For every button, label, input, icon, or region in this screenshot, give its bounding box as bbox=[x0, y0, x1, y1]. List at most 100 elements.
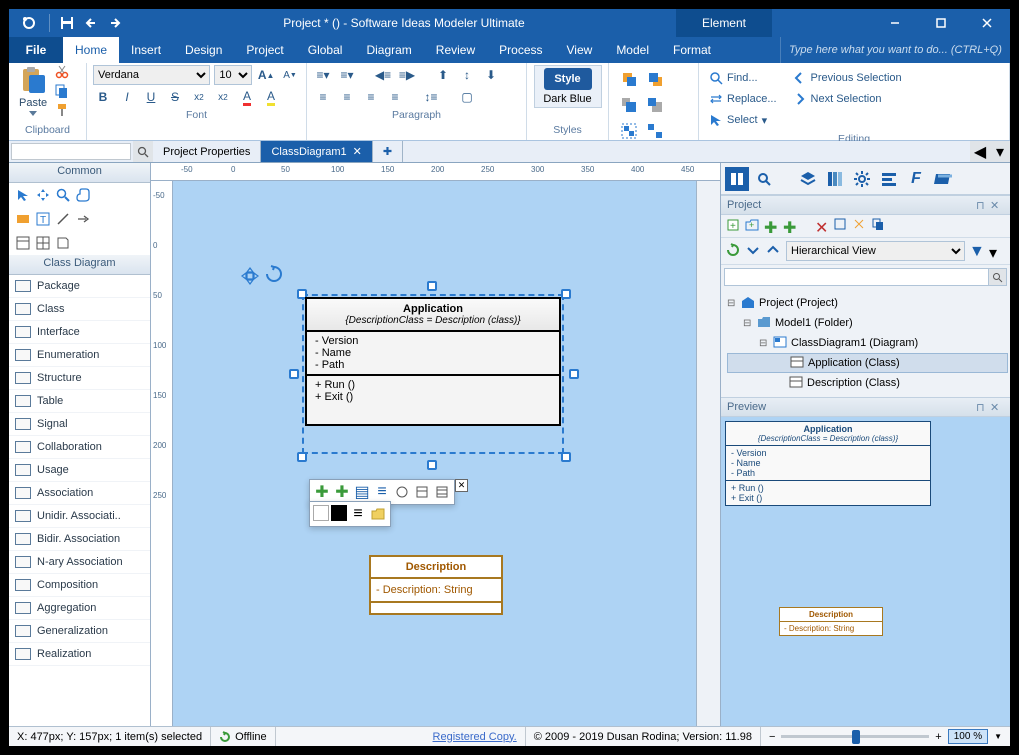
rect-tool-icon[interactable] bbox=[14, 210, 32, 228]
zoom-out-icon[interactable]: − bbox=[769, 731, 775, 743]
paste-button[interactable]: Paste bbox=[15, 65, 51, 118]
pane-close-icon[interactable]: ✕ bbox=[990, 199, 1004, 212]
preview-pin-icon[interactable]: ⊓ bbox=[976, 401, 990, 414]
project-search-input[interactable] bbox=[724, 268, 989, 286]
preview-canvas[interactable]: Application{DescriptionClass = Descripti… bbox=[721, 417, 1010, 726]
subscript-icon[interactable]: x2 bbox=[189, 87, 209, 107]
maximize-icon[interactable] bbox=[918, 9, 964, 37]
resize-handle-sw[interactable] bbox=[297, 452, 307, 462]
line-spacing-icon[interactable]: ↕≡ bbox=[421, 87, 441, 107]
toolbox-item[interactable]: Interface bbox=[9, 321, 150, 344]
resize-handle-se[interactable] bbox=[561, 452, 571, 462]
delete-icon[interactable]: ✕ bbox=[815, 218, 831, 234]
properties-view-icon[interactable] bbox=[725, 167, 749, 191]
ungroup-icon[interactable] bbox=[645, 121, 665, 141]
menu-format[interactable]: Format bbox=[661, 37, 723, 63]
menu-view[interactable]: View bbox=[555, 37, 605, 63]
diagram-canvas[interactable]: Application {DescriptionClass = Descript… bbox=[173, 181, 696, 726]
pointer-tool-icon[interactable] bbox=[14, 186, 32, 204]
bullets-icon[interactable]: ≡▾ bbox=[313, 65, 333, 85]
resize-handle-e[interactable] bbox=[569, 369, 579, 379]
toolbox-item[interactable]: Bidir. Association bbox=[9, 528, 150, 551]
send-back-icon[interactable] bbox=[645, 95, 665, 115]
decrease-font-icon[interactable]: A▼ bbox=[280, 65, 300, 85]
toolbox-item[interactable]: Realization bbox=[9, 643, 150, 666]
tree-class-application[interactable]: Application (Class) bbox=[727, 353, 1008, 373]
toolbox-item[interactable]: Enumeration bbox=[9, 344, 150, 367]
move-tool-icon[interactable] bbox=[34, 186, 52, 204]
toolbox-item[interactable]: N-ary Association bbox=[9, 551, 150, 574]
add-field-icon[interactable]: ▤ bbox=[353, 483, 371, 501]
zoom-in-icon[interactable]: + bbox=[935, 731, 941, 743]
numbering-icon[interactable]: ≡▾ bbox=[337, 65, 357, 85]
borders-icon[interactable]: ▢ bbox=[457, 87, 477, 107]
folder-icon[interactable] bbox=[369, 505, 387, 523]
format-painter-icon[interactable] bbox=[55, 103, 71, 119]
send-backward-icon[interactable] bbox=[645, 69, 665, 89]
group-icon[interactable] bbox=[619, 121, 639, 141]
align-justify-icon[interactable]: ≡ bbox=[385, 87, 405, 107]
toolbox-item[interactable]: Table bbox=[9, 390, 150, 413]
search-icon[interactable] bbox=[133, 141, 153, 162]
move-handle-icon[interactable] bbox=[241, 267, 259, 285]
menu-global[interactable]: Global bbox=[296, 37, 355, 63]
filter-icon[interactable]: ▼ bbox=[969, 243, 985, 259]
edit-icon[interactable] bbox=[834, 218, 850, 234]
more-icon[interactable]: ▾ bbox=[989, 243, 1005, 259]
zoom-tool-icon[interactable] bbox=[54, 186, 72, 204]
align-right-icon[interactable]: ≡ bbox=[361, 87, 381, 107]
valign-mid-icon[interactable]: ↕ bbox=[457, 65, 477, 85]
text-tool-icon[interactable]: T bbox=[34, 210, 52, 228]
bring-forward-icon[interactable] bbox=[619, 69, 639, 89]
registered-link[interactable]: Registered Copy. bbox=[433, 731, 517, 743]
preview-close-icon[interactable]: ✕ bbox=[990, 401, 1004, 414]
uml-class-application[interactable]: Application {DescriptionClass = Descript… bbox=[305, 297, 561, 426]
underline-icon[interactable]: U bbox=[141, 87, 161, 107]
superscript-icon[interactable]: x2 bbox=[213, 87, 233, 107]
add-attr-green-icon[interactable]: ✚ bbox=[313, 483, 331, 501]
menu-design[interactable]: Design bbox=[173, 37, 234, 63]
font-size-select[interactable]: 10 bbox=[214, 65, 252, 85]
toolbox-search[interactable] bbox=[11, 143, 131, 160]
menu-insert[interactable]: Insert bbox=[119, 37, 173, 63]
tree-folder[interactable]: ⊟Model1 (Folder) bbox=[727, 313, 1008, 333]
toolbox-item[interactable]: Aggregation bbox=[9, 597, 150, 620]
show-all-icon[interactable] bbox=[393, 483, 411, 501]
new-diagram-icon[interactable]: ✚ bbox=[764, 218, 780, 234]
font-panel-icon[interactable]: F bbox=[904, 167, 928, 191]
tab-close-icon[interactable]: ✕ bbox=[353, 145, 362, 158]
redo-icon[interactable] bbox=[104, 12, 126, 34]
increase-font-icon[interactable]: A▲ bbox=[256, 65, 276, 85]
prev-selection-button[interactable]: Previous Selection bbox=[793, 69, 902, 87]
replace-button[interactable]: Replace... bbox=[709, 90, 777, 108]
toolbox-item[interactable]: Class bbox=[9, 298, 150, 321]
project-search-go-icon[interactable] bbox=[989, 268, 1007, 286]
resize-handle-s[interactable] bbox=[427, 460, 437, 470]
fill-white-icon[interactable] bbox=[313, 505, 329, 521]
resize-handle-w[interactable] bbox=[289, 369, 299, 379]
undo-icon[interactable] bbox=[80, 12, 102, 34]
new-folder-icon[interactable]: + bbox=[745, 218, 761, 234]
tree-diagram[interactable]: ⊟ClassDiagram1 (Diagram) bbox=[727, 333, 1008, 353]
tree-class-description[interactable]: Description (Class) bbox=[727, 373, 1008, 393]
close-icon[interactable] bbox=[964, 9, 1010, 37]
outdent-icon[interactable]: ◀≡ bbox=[373, 65, 393, 85]
align-left-icon[interactable]: ≡ bbox=[313, 87, 333, 107]
tab-overflow-menu-icon[interactable]: ▾ bbox=[990, 141, 1010, 162]
copy-icon[interactable] bbox=[55, 84, 71, 100]
valign-bot-icon[interactable]: ⬇ bbox=[481, 65, 501, 85]
menu-process[interactable]: Process bbox=[487, 37, 554, 63]
tab-class-diagram[interactable]: ClassDiagram1✕ bbox=[261, 141, 372, 162]
context-tab-element[interactable]: Element bbox=[676, 9, 772, 37]
expand-icon[interactable] bbox=[746, 243, 762, 259]
resize-handle-n[interactable] bbox=[427, 281, 437, 291]
font-color-icon[interactable]: A bbox=[237, 87, 257, 107]
indent-icon[interactable]: ≡▶ bbox=[397, 65, 417, 85]
toolbox-item[interactable]: Generalization bbox=[9, 620, 150, 643]
menu-home[interactable]: Home bbox=[63, 37, 119, 63]
layers-icon[interactable] bbox=[796, 167, 820, 191]
toolbox-item[interactable]: Collaboration bbox=[9, 436, 150, 459]
refresh-icon[interactable] bbox=[726, 243, 742, 259]
strikethrough-icon[interactable]: S bbox=[165, 87, 185, 107]
project-view-select[interactable]: Hierarchical View bbox=[786, 241, 965, 261]
